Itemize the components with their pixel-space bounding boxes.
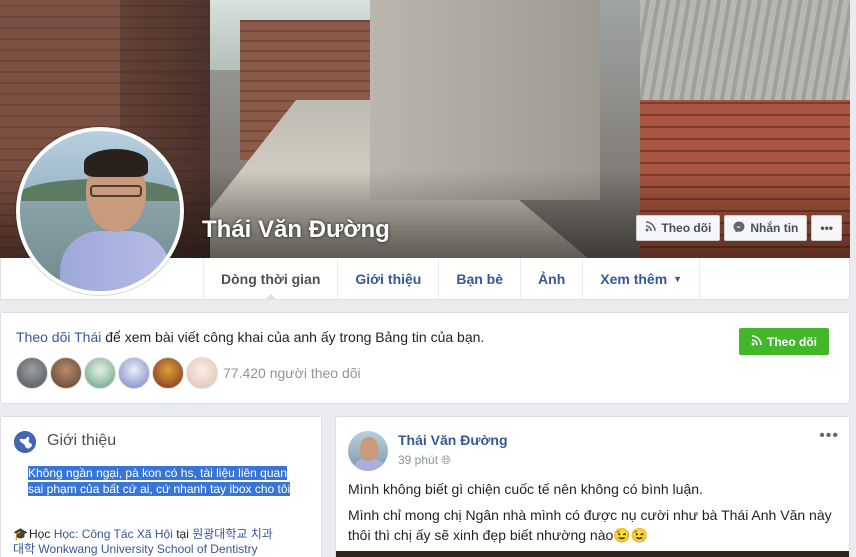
study-prefix: Học (29, 527, 54, 541)
school-link[interactable]: 원광대학교 치과 (192, 527, 273, 541)
rss-icon (751, 334, 762, 349)
pp-hair (84, 149, 148, 177)
study-major-link[interactable]: Học: Công Tác Xã Hội (54, 527, 173, 541)
tab-more[interactable]: Xem thêm ▼ (582, 258, 701, 300)
profile-name[interactable]: Thái Văn Đường (202, 216, 390, 244)
tab-timeline-label: Dòng thời gian (221, 271, 321, 287)
follow-prompt-rest: để xem bài viết công khai của anh ấy tro… (101, 329, 485, 345)
intro-bio-line: Không ngần ngại, pà kon có hs, tài liệu … (28, 466, 287, 480)
caret-down-icon: ▼ (673, 274, 683, 284)
post-meta: 39 phút 🌐︎ (398, 453, 451, 468)
follower-count[interactable]: 77.420 người theo dõi (223, 365, 361, 381)
follow-button[interactable]: Theo dõi (636, 215, 721, 241)
post-author-name[interactable]: Thái Văn Đường (398, 432, 508, 448)
graduation-cap-icon: 🎓 (13, 527, 28, 541)
tab-friends[interactable]: Bạn bè (438, 258, 520, 300)
follow-prompt-box: Theo dõi Thái để xem bài viết công khai … (0, 312, 850, 404)
post-image[interactable] (336, 551, 849, 557)
more-options-button[interactable]: ••• (811, 215, 842, 241)
school-link[interactable]: 대학 Wonkwang University School of Dentist… (13, 542, 258, 556)
post-text-line: Mình chỉ mong chị Ngân nhà mình có được … (348, 507, 832, 523)
follow-prompt-link[interactable]: Theo dõi Thái (16, 329, 101, 345)
follower-avatar[interactable] (16, 357, 48, 389)
h (360, 437, 378, 461)
tab-photos[interactable]: Ảnh (520, 258, 582, 300)
cover-roof (640, 0, 850, 110)
globe-icon (14, 431, 36, 453)
follow-button-label: Theo dõi (661, 221, 712, 235)
post-card: Thái Văn Đường 39 phút 🌐︎ ••• Mình không… (335, 416, 850, 557)
study-mid: tại (172, 527, 193, 541)
profile-picture[interactable] (16, 127, 184, 295)
pp-glasses (90, 185, 142, 197)
tab-more-label: Xem thêm (600, 271, 668, 287)
follower-avatar[interactable] (186, 357, 218, 389)
public-globe-icon: 🌐︎ (441, 453, 451, 467)
tab-friends-label: Bạn bè (456, 271, 504, 287)
rss-icon (645, 221, 657, 235)
profile-picture-image (20, 131, 180, 291)
follow-green-button[interactable]: Theo dõi (739, 328, 829, 355)
cover-actions: Theo dõi Nhắn tin ••• (636, 215, 842, 241)
post-timestamp[interactable]: 39 phút (398, 453, 438, 467)
follower-avatar[interactable] (50, 357, 82, 389)
tab-about[interactable]: Giới thiệu (337, 258, 438, 300)
tab-timeline[interactable]: Dòng thời gian (203, 258, 337, 300)
post-options-button[interactable]: ••• (819, 427, 839, 445)
intro-title: Giới thiệu (47, 432, 117, 449)
post-author-avatar[interactable] (348, 431, 388, 471)
intro-bio-line: sai phạm của bất cứ ai, cứ nhanh tay ibo… (28, 482, 291, 496)
intro-bio: Không ngần ngại, pà kon có hs, tài liệu … (28, 465, 308, 497)
message-button-label: Nhắn tin (750, 221, 799, 235)
profile-tabs: Dòng thời gian Giới thiệu Bạn bè Ảnh Xem… (203, 258, 701, 300)
intro-card: Giới thiệu Không ngần ngại, pà kon có hs… (0, 416, 322, 557)
follower-avatar[interactable] (118, 357, 150, 389)
intro-education: 🎓Học Học: Công Tác Xã Hội tại 원광대학교 치과 대… (13, 527, 313, 557)
follow-prompt-text: Theo dõi Thái để xem bài viết công khai … (16, 329, 484, 345)
follow-green-button-label: Theo dõi (767, 334, 817, 349)
pp-shirt (60, 231, 170, 291)
more-dots-icon: ••• (820, 221, 833, 235)
follower-avatar[interactable] (152, 357, 184, 389)
post-text-line: thôi thì chị ấy sẽ xinh đẹp biết nhường … (348, 527, 649, 543)
post-text-line: Mình không biết gì chiện cuốc tế nên khô… (348, 481, 703, 497)
follower-avatar[interactable] (84, 357, 116, 389)
follower-avatars (16, 357, 218, 389)
messenger-icon (733, 221, 745, 236)
message-button[interactable]: Nhắn tin (724, 215, 808, 241)
tab-about-label: Giới thiệu (355, 271, 422, 287)
tab-photos-label: Ảnh (538, 271, 566, 287)
